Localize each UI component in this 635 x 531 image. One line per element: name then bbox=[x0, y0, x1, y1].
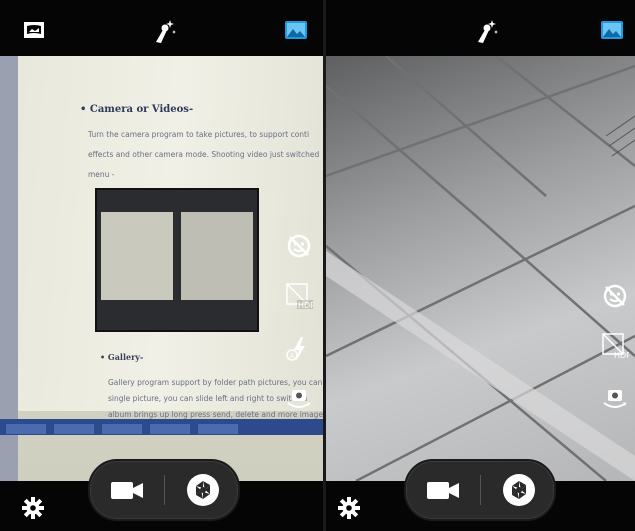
hdr-icon[interactable]: HDR bbox=[285, 282, 316, 310]
video-record-icon[interactable] bbox=[108, 471, 146, 509]
switch-camera-icon[interactable] bbox=[285, 384, 313, 412]
doc-gallery-heading: • Gallery- bbox=[100, 352, 144, 362]
panorama-icon[interactable] bbox=[22, 18, 46, 42]
ceiling-tiles bbox=[326, 56, 635, 481]
right-camera-pane: HDR bbox=[326, 0, 635, 531]
switch-camera-icon[interactable] bbox=[601, 384, 629, 412]
doc-heading: • Camera or Videos- bbox=[80, 104, 194, 115]
shutter-icon[interactable] bbox=[500, 471, 538, 509]
left-top-bar bbox=[0, 0, 323, 56]
doc-line-1: Turn the camera program to take pictures… bbox=[88, 130, 310, 139]
left-viewfinder[interactable]: • Camera or Videos- Turn the camera prog… bbox=[0, 56, 323, 481]
right-top-bar bbox=[326, 0, 635, 56]
settings-gear-icon[interactable] bbox=[338, 497, 360, 519]
hdr-label: HDR bbox=[298, 301, 313, 310]
face-beauty-off-icon[interactable] bbox=[285, 232, 313, 260]
monitor-edge bbox=[0, 56, 18, 481]
controls-separator bbox=[164, 475, 165, 505]
flash-mode-label: A bbox=[290, 352, 295, 360]
controls-separator bbox=[480, 475, 481, 505]
shutter-icon[interactable] bbox=[184, 471, 222, 509]
doc-line-3: menu - bbox=[88, 170, 115, 179]
monitor-taskbar bbox=[0, 419, 323, 435]
capture-controls bbox=[88, 459, 240, 521]
hdr-icon[interactable]: HDR bbox=[601, 332, 632, 360]
doc-line-2: effects and other camera mode. Shooting … bbox=[88, 150, 320, 159]
gallery-thumbnail-icon[interactable] bbox=[600, 18, 624, 42]
effects-magic-wand-icon[interactable] bbox=[472, 18, 498, 43]
left-camera-pane: • Camera or Videos- Turn the camera prog… bbox=[0, 0, 323, 531]
effects-magic-wand-icon[interactable] bbox=[150, 18, 176, 43]
gallery-thumbnail-icon[interactable] bbox=[284, 18, 308, 42]
hdr-label: HDR bbox=[614, 351, 629, 360]
right-viewfinder[interactable]: HDR bbox=[326, 56, 635, 481]
doc-embedded-screenshot bbox=[95, 188, 259, 332]
flash-auto-icon[interactable]: A bbox=[285, 335, 313, 363]
doc-gallery-line-2: single picture, you can slide left and r… bbox=[108, 394, 308, 403]
settings-gear-icon[interactable] bbox=[22, 497, 44, 519]
video-record-icon[interactable] bbox=[424, 471, 462, 509]
capture-controls bbox=[404, 459, 556, 521]
face-beauty-off-icon[interactable] bbox=[601, 282, 629, 310]
